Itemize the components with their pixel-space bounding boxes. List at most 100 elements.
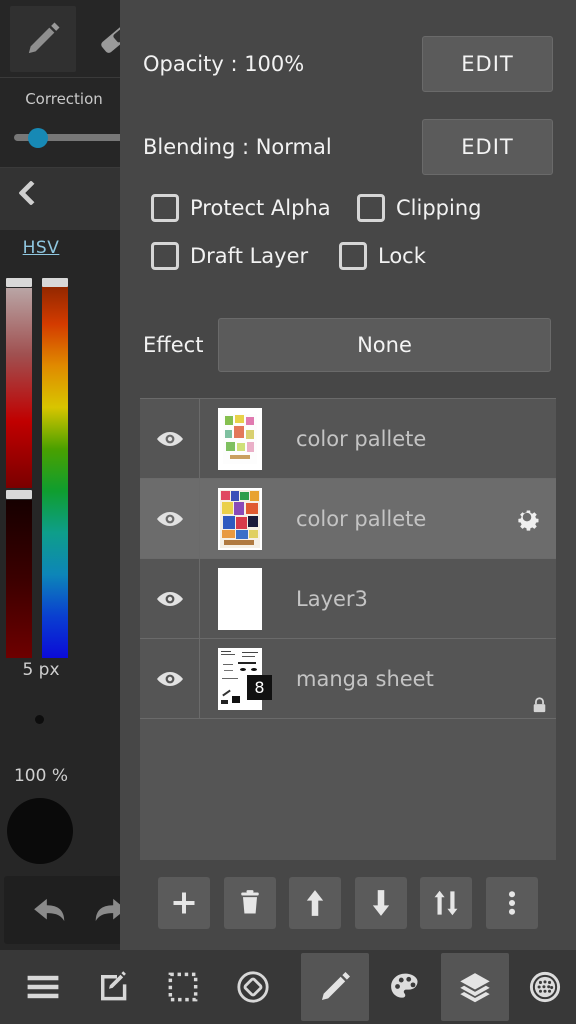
eye-icon [156, 511, 183, 526]
layer-settings-cell [498, 639, 556, 718]
layer-visibility-toggle[interactable] [140, 399, 200, 478]
blending-row: Blending : Normal EDIT [120, 105, 576, 188]
hue-thumb[interactable] [42, 278, 68, 287]
layer-name[interactable]: color pallete [280, 507, 498, 531]
table-row[interactable]: Layer3 [140, 559, 556, 639]
move-layer-down-button[interactable] [354, 877, 407, 929]
pencil-icon [28, 22, 60, 54]
rotate-canvas-icon [237, 971, 269, 1003]
sv-thumb-bottom[interactable] [6, 490, 32, 499]
checkbox-box [151, 194, 179, 222]
layers-button[interactable] [441, 953, 509, 1021]
layer-thumbnail-cell [200, 559, 280, 638]
effect-select[interactable]: None [218, 318, 551, 372]
opacity-edit-button[interactable]: EDIT [422, 35, 553, 92]
layer-properties-panel: Opacity : 100% EDIT Blending : Normal ED… [120, 0, 576, 950]
eye-icon [156, 671, 183, 686]
layer-flags-grid: Protect Alpha Clipping Draft Layer Lock [120, 188, 576, 306]
clipping-count-badge: 8 [247, 675, 272, 700]
layer-name[interactable]: manga sheet [280, 667, 498, 691]
arrow-up-down-icon [434, 890, 458, 916]
eye-icon [156, 431, 183, 446]
filter-grid-icon [529, 971, 561, 1003]
add-layer-button[interactable] [158, 877, 210, 929]
undo-icon [34, 898, 65, 922]
app-root: Correction HSV 5 px 100 % Opacity: 100%… [0, 0, 576, 1024]
history-bar [4, 876, 132, 944]
layer-thumbnail-cell [200, 399, 280, 478]
trash-icon [240, 890, 259, 914]
layer-visibility-toggle[interactable] [140, 559, 200, 638]
opacity-label: Opacity : 100% [143, 51, 305, 76]
layer-more-menu-button[interactable] [485, 877, 538, 929]
brush-tool-button[interactable] [301, 953, 369, 1021]
layer-settings-cell [498, 559, 556, 638]
blending-edit-button[interactable]: EDIT [422, 118, 553, 175]
brush-size-label[interactable]: 5 px [0, 660, 82, 680]
lock-icon [533, 697, 546, 713]
panel-collapse-button[interactable] [0, 168, 120, 230]
rotate-canvas-button[interactable] [219, 953, 287, 1021]
selection-button[interactable] [149, 953, 217, 1021]
table-row[interactable]: 8 manga sheet [140, 639, 556, 719]
hsv-mode[interactable]: HSV [0, 230, 82, 262]
correction-slider-knob[interactable] [28, 128, 48, 148]
edit-square-icon [101, 971, 127, 1001]
layer-visibility-toggle[interactable] [140, 639, 200, 718]
layer-settings-cell [498, 399, 556, 478]
filters-button[interactable] [511, 953, 576, 1021]
delete-layer-button[interactable] [223, 877, 276, 929]
layer-thumbnail [218, 407, 262, 470]
plus-icon [173, 892, 195, 914]
protect-alpha-label: Protect Alpha [190, 196, 331, 220]
checkbox-box [339, 242, 367, 270]
brush-opacity-label[interactable]: 100 % [0, 766, 82, 786]
edit-canvas-button[interactable] [79, 953, 147, 1021]
menu-button[interactable] [9, 953, 77, 1021]
clipping-label: Clipping [396, 196, 482, 220]
layer-thumbnail-cell: 8 [200, 639, 280, 718]
sv-gradient-upper [6, 288, 32, 488]
layer-thumbnail [218, 567, 262, 630]
sv-thumb-top[interactable] [6, 278, 32, 287]
correction-control: Correction [0, 78, 144, 168]
layer-name[interactable]: Layer3 [280, 587, 498, 611]
effect-row: Effect None [120, 306, 576, 384]
draft-layer-label: Draft Layer [190, 244, 309, 268]
palette-button[interactable] [371, 953, 439, 1021]
layer-thumbnail-cell [200, 479, 280, 558]
layer-list[interactable]: color pallete color pallete Layer3 8 man… [140, 398, 556, 860]
tool-row [0, 0, 130, 78]
table-row[interactable]: color pallete [140, 479, 556, 559]
blending-label: Blending : Normal [143, 134, 332, 159]
correction-label: Correction [25, 90, 103, 108]
hamburger-menu-icon [27, 975, 59, 999]
bottom-toolbar [0, 950, 576, 1024]
layer-visibility-toggle[interactable] [140, 479, 200, 558]
undo-button[interactable] [30, 892, 70, 928]
bottom-toolbar-left-group [0, 953, 288, 1021]
brush-opacity-preview [7, 798, 73, 864]
more-vertical-icon [508, 891, 516, 915]
left-sidebar: Correction HSV 5 px 100 % [0, 0, 144, 950]
clipping-checkbox[interactable]: Clipping [357, 194, 481, 222]
pencil-icon [321, 971, 351, 1001]
move-layer-up-button[interactable] [289, 877, 342, 929]
protect-alpha-checkbox[interactable]: Protect Alpha [151, 194, 331, 222]
gear-icon [518, 510, 539, 531]
layer-settings-button[interactable] [498, 479, 556, 558]
lock-checkbox[interactable]: Lock [339, 242, 426, 270]
eye-icon [156, 591, 183, 606]
hsv-mode-label[interactable]: HSV [0, 230, 82, 262]
table-row[interactable]: color pallete [140, 399, 556, 479]
chevron-left-icon [18, 180, 44, 206]
layer-name[interactable]: color pallete [280, 427, 498, 451]
pencil-tool-button[interactable] [10, 6, 76, 72]
saturation-value-slider[interactable] [6, 278, 32, 658]
draft-layer-checkbox[interactable]: Draft Layer [151, 242, 308, 270]
hue-slider[interactable] [42, 278, 68, 658]
layer-thumbnail [218, 487, 262, 550]
hsv-sliders [0, 278, 82, 658]
hue-gradient [42, 282, 68, 658]
merge-layers-button[interactable] [420, 877, 473, 929]
